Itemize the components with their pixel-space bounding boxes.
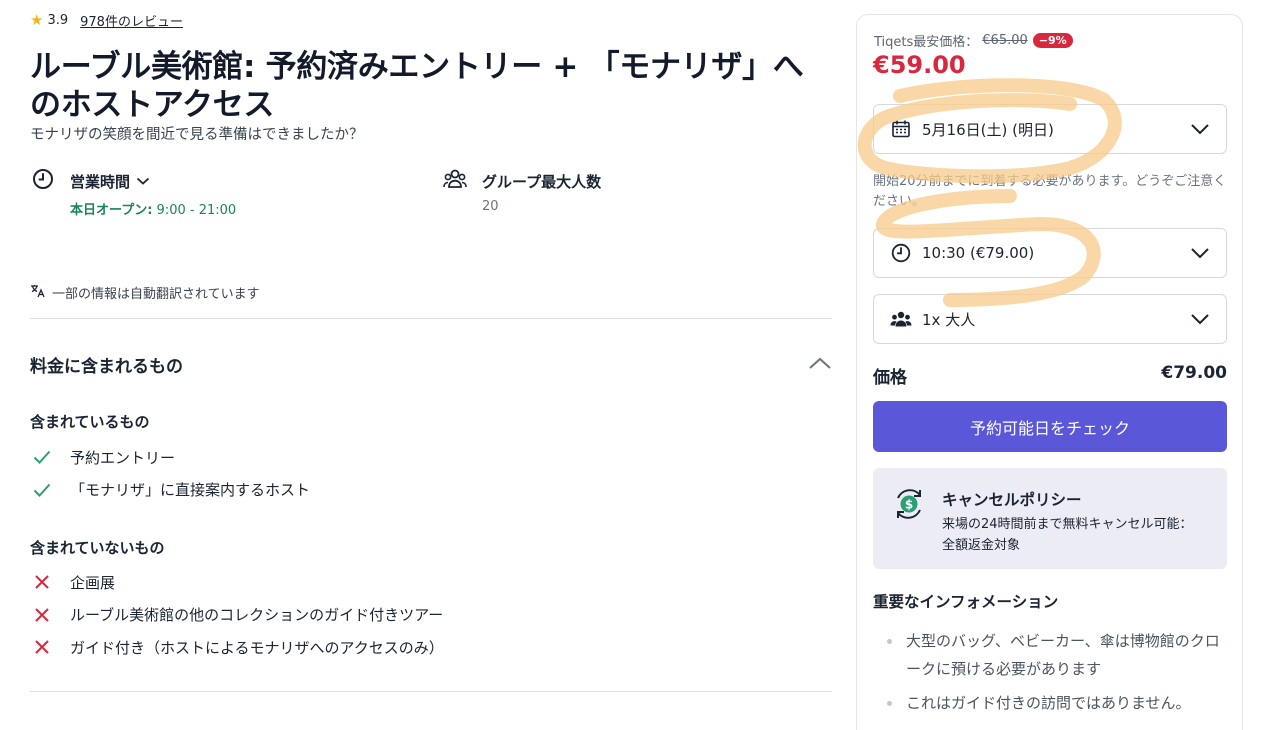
list-item: 「モナリザ」に直接案内するホスト bbox=[30, 474, 310, 507]
check-icon bbox=[30, 450, 54, 465]
price-summary-value: €79.00 bbox=[1161, 363, 1227, 383]
time-select-value: 10:30 (€79.00) bbox=[922, 244, 1035, 262]
chevron-up-icon[interactable] bbox=[808, 355, 832, 374]
arrival-note: 開始20分前までに到着する必要があります。どうぞご注意ください。 bbox=[873, 174, 1227, 209]
divider bbox=[30, 691, 832, 692]
opening-hours: 営業時間 本日オープン: 9:00 - 21:00 bbox=[30, 168, 236, 218]
reviews-link[interactable]: 978件のレビュー bbox=[80, 11, 183, 30]
cross-icon bbox=[30, 639, 54, 655]
included-section-header[interactable]: 料金に含まれるもの bbox=[30, 352, 832, 377]
opening-hours-today: 本日オープン: 9:00 - 21:00 bbox=[70, 199, 236, 218]
discount-badge: −9% bbox=[1032, 33, 1073, 48]
clock-icon bbox=[890, 243, 912, 263]
excluded-item-text: ルーブル美術館の他のコレクションのガイド付きツアー bbox=[70, 606, 444, 625]
included-heading: 含まれているもの bbox=[30, 413, 150, 431]
important-info-list: 大型のバッグ、ベビーカー、傘は博物館のクロークに預ける必要があります これはガイ… bbox=[873, 627, 1227, 723]
cancellation-policy-box: $ キャンセルポリシー 来場の24時間前まで無料キャンセル可能：全額返金対象 bbox=[873, 468, 1227, 569]
excluded-heading: 含まれていないもの bbox=[30, 539, 165, 557]
important-info-text: 大型のバッグ、ベビーカー、傘は博物館のクロークに預ける必要があります bbox=[906, 632, 1220, 678]
translation-note-text: 一部の情報は自動翻訳されています bbox=[52, 287, 260, 302]
group-size-heading: グループ最大人数 bbox=[482, 172, 602, 191]
date-select-value: 5月16日(土) (明日) bbox=[922, 120, 1054, 139]
old-price: €65.00 bbox=[982, 33, 1028, 48]
svg-text:$: $ bbox=[905, 498, 913, 512]
cross-icon bbox=[30, 607, 54, 623]
excluded-item-text: ガイド付き（ホストによるモナリザへのアクセスのみ） bbox=[70, 638, 444, 657]
chevron-down-icon bbox=[1190, 247, 1210, 259]
lowest-price-label: Tiqets最安価格： bbox=[874, 35, 979, 50]
page-title: ルーブル美術館: 予約済みエントリー + 「モナリザ」へのホストアクセス bbox=[30, 49, 804, 123]
lowest-price-row: Tiqets最安価格： €65.00 −9% bbox=[874, 31, 1073, 50]
chevron-down-icon bbox=[1190, 123, 1210, 135]
group-size: グループ最大人数 20 bbox=[442, 168, 601, 214]
current-price: €59.00 bbox=[873, 51, 966, 79]
refund-icon: $ bbox=[891, 486, 927, 526]
excluded-list: 企画展 ルーブル美術館の他のコレクションのガイド付きツアー ガイド付き（ホストに… bbox=[30, 566, 444, 664]
opening-hours-heading: 営業時間 bbox=[70, 172, 131, 191]
list-item: 企画展 bbox=[30, 566, 444, 599]
date-select[interactable]: 5月16日(土) (明日) bbox=[873, 104, 1227, 154]
group-size-value: 20 bbox=[482, 199, 499, 214]
booking-panel: Tiqets最安価格： €65.00 −9% €59.00 5月16日(土) (… bbox=[856, 14, 1243, 730]
page-subtitle: モナリザの笑顔を間近で見る準備はできましたか？ bbox=[30, 127, 364, 143]
open-today-label: 本日オープン: bbox=[70, 203, 153, 218]
product-details: ★ 3.9 978件のレビュー ルーブル美術館: 予約済みエントリー + 「モナ… bbox=[30, 0, 832, 730]
opening-hours-toggle[interactable]: 営業時間 bbox=[70, 168, 236, 194]
included-list: 予約エントリー 「モナリザ」に直接案内するホスト bbox=[30, 441, 310, 506]
price-summary-label: 価格 bbox=[873, 368, 907, 388]
star-icon: ★ bbox=[30, 11, 44, 29]
list-item: これはガイド付きの訪問ではありません。 bbox=[873, 689, 1227, 717]
cross-icon bbox=[30, 574, 54, 590]
time-select[interactable]: 10:30 (€79.00) bbox=[873, 228, 1227, 278]
clock-icon bbox=[30, 168, 56, 194]
group-icon bbox=[442, 168, 468, 194]
list-item: 大型のバッグ、ベビーカー、傘は博物館のクロークに預ける必要があります bbox=[873, 627, 1227, 683]
check-icon bbox=[30, 483, 54, 497]
price-summary-row: 価格 €79.00 bbox=[873, 363, 1227, 388]
included-item-text: 予約エントリー bbox=[70, 448, 176, 467]
rating-value: 3.9 bbox=[47, 13, 69, 28]
rating-row: ★ 3.9 978件のレビュー bbox=[30, 11, 183, 31]
list-item: ガイド付き（ホストによるモナリザへのアクセスのみ） bbox=[30, 631, 444, 664]
chevron-down-icon bbox=[1190, 313, 1210, 325]
check-availability-button[interactable]: 予約可能日をチェック bbox=[873, 401, 1227, 452]
cancellation-policy-title: キャンセルポリシー bbox=[942, 491, 1082, 509]
translation-note: 一部の情報は自動翻訳されています bbox=[30, 283, 260, 302]
calendar-icon bbox=[890, 119, 912, 139]
guests-select-value: 1x 大人 bbox=[922, 310, 976, 329]
list-item: 予約エントリー bbox=[30, 441, 310, 474]
chevron-down-icon bbox=[136, 172, 150, 190]
open-today-time: 9:00 - 21:00 bbox=[152, 203, 237, 218]
cancellation-policy-text: 来場の24時間前まで無料キャンセル可能：全額返金対象 bbox=[942, 517, 1193, 553]
guests-select[interactable]: 1x 大人 bbox=[873, 294, 1227, 344]
people-icon bbox=[890, 310, 912, 328]
list-item: ルーブル美術館の他のコレクションのガイド付きツアー bbox=[30, 599, 444, 632]
excluded-item-text: 企画展 bbox=[70, 573, 116, 592]
included-section-title: 料金に含まれるもの bbox=[30, 357, 183, 377]
divider bbox=[30, 318, 832, 319]
important-info-title: 重要なインフォメーション bbox=[873, 593, 1059, 611]
translate-icon bbox=[30, 284, 46, 301]
important-info-text: これはガイド付きの訪問ではありません。 bbox=[906, 694, 1191, 712]
included-item-text: 「モナリザ」に直接案内するホスト bbox=[70, 481, 311, 500]
